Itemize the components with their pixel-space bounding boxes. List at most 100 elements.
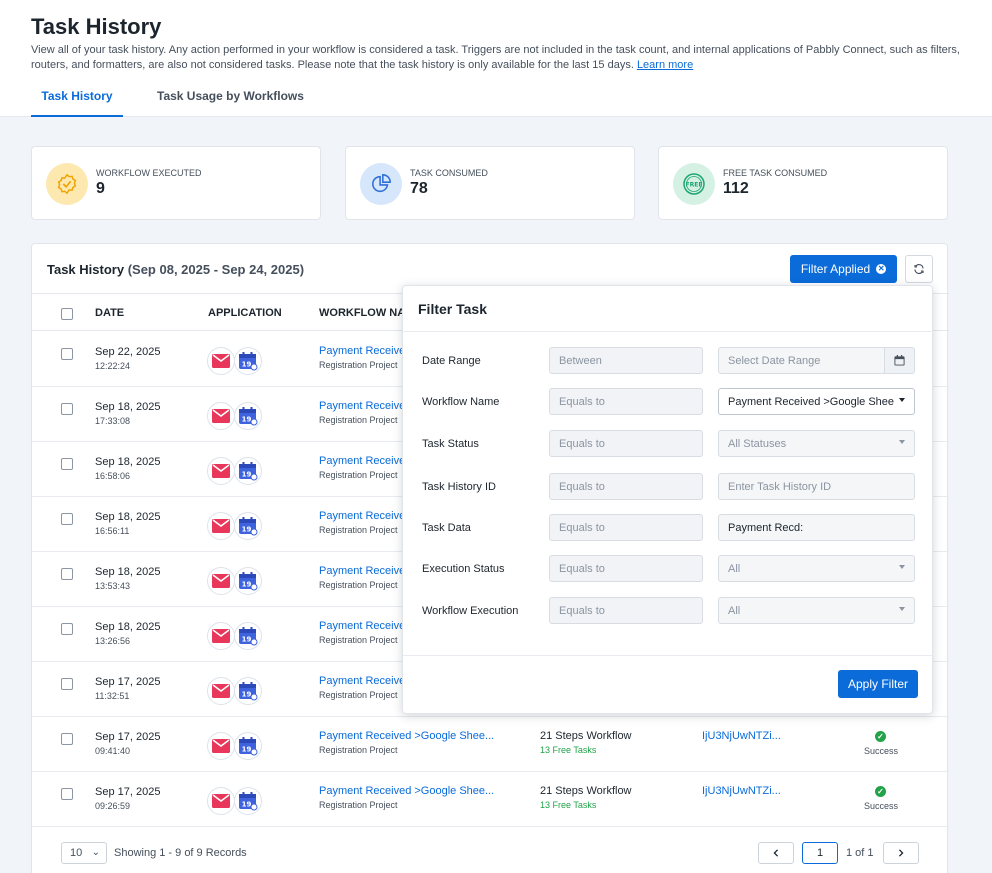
- page-title: Task History: [31, 14, 162, 39]
- row-task-id-link[interactable]: IjU3NjUwNTZi...: [702, 730, 781, 742]
- row-applications: 19: [207, 677, 267, 705]
- filter-label: Workflow Name: [422, 396, 500, 408]
- table-row[interactable]: Sep 17, 2025 09:41:40 19 Payment Receive…: [32, 717, 949, 772]
- chevron-down-icon: [899, 565, 905, 569]
- row-checkbox[interactable]: [61, 568, 73, 580]
- row-checkbox[interactable]: [61, 458, 73, 470]
- filter-operator-value: Equals to: [559, 396, 605, 408]
- column-application: APPLICATION: [208, 307, 282, 319]
- filter-operator-select[interactable]: Equals to: [549, 388, 703, 415]
- filter-value-text: Select Date Range: [728, 355, 821, 367]
- filter-operator-select[interactable]: Equals to: [549, 597, 703, 624]
- filter-value-text: Enter Task History ID: [728, 481, 832, 493]
- filter-value-field[interactable]: Payment Recd:: [718, 514, 915, 541]
- chevron-down-icon: ⌄: [91, 847, 100, 858]
- calendar-app-icon: 19: [234, 347, 262, 375]
- filter-operator-select[interactable]: Equals to: [549, 430, 703, 457]
- table-row[interactable]: Sep 17, 2025 09:26:59 19 Payment Receive…: [32, 772, 949, 827]
- row-checkbox[interactable]: [61, 623, 73, 635]
- row-workflow-link[interactable]: Payment Received: [319, 510, 411, 522]
- calendar-badge-text: 19: [242, 471, 252, 479]
- card-title: Task History (Sep 08, 2025 - Sep 24, 202…: [47, 262, 304, 277]
- row-steps: 21 Steps Workflow: [540, 785, 632, 797]
- card-title-text: Task History: [47, 262, 125, 277]
- clear-filter-icon[interactable]: ✕: [876, 264, 887, 274]
- tab-task-usage-by-workflows[interactable]: Task Usage by Workflows: [157, 89, 304, 103]
- row-task-id-link[interactable]: IjU3NjUwNTZi...: [702, 785, 781, 797]
- filter-operator-select[interactable]: Between: [549, 347, 703, 374]
- email-app-icon: [207, 622, 235, 650]
- row-applications: 19: [207, 622, 267, 650]
- email-app-icon: [207, 677, 235, 705]
- calendar-app-icon: 19: [234, 677, 262, 705]
- row-checkbox[interactable]: [61, 678, 73, 690]
- apply-filter-button[interactable]: Apply Filter: [838, 670, 918, 698]
- row-project: Registration Project: [319, 470, 398, 480]
- filter-value-field[interactable]: Enter Task History ID: [718, 473, 915, 500]
- chevron-down-icon: [899, 398, 905, 402]
- filter-value-field[interactable]: All Statuses: [718, 430, 915, 457]
- filter-value-text: All Statuses: [728, 438, 787, 450]
- email-app-icon: [207, 402, 235, 430]
- filter-operator-value: Equals to: [559, 605, 605, 617]
- row-date: Sep 22, 2025: [95, 346, 161, 358]
- calendar-badge-text: 19: [242, 526, 252, 534]
- filter-value-text: All: [728, 563, 741, 575]
- page-header: Task History View all of your task histo…: [0, 0, 992, 117]
- badge-check-icon: [46, 163, 88, 205]
- calendar-app-icon: 19: [234, 787, 262, 815]
- row-workflow-link[interactable]: Payment Received: [319, 620, 411, 632]
- calendar-badge-text: 19: [242, 361, 252, 369]
- date-range-text: (Sep 08, 2025 - Sep 24, 2025): [127, 262, 305, 277]
- row-applications: 19: [207, 402, 267, 430]
- filter-label: Task Status: [422, 438, 479, 450]
- row-time: 09:41:40: [95, 746, 131, 756]
- row-workflow-link[interactable]: Payment Received: [319, 345, 411, 357]
- row-applications: 19: [207, 457, 267, 485]
- refresh-button[interactable]: [905, 255, 933, 283]
- row-workflow-link[interactable]: Payment Received: [319, 675, 411, 687]
- row-date: Sep 17, 2025: [95, 676, 161, 688]
- svg-text:FREE: FREE: [686, 182, 703, 189]
- prev-page-button[interactable]: [758, 842, 794, 864]
- filter-operator-select[interactable]: Equals to: [549, 555, 703, 582]
- row-status: Success: [864, 746, 899, 756]
- divider: [403, 655, 934, 656]
- row-checkbox[interactable]: [61, 403, 73, 415]
- learn-more-link[interactable]: Learn more: [637, 59, 693, 71]
- filter-operator-select[interactable]: Equals to: [549, 473, 703, 500]
- stat-label: TASK CONSUMED: [410, 168, 488, 178]
- row-checkbox[interactable]: [61, 348, 73, 360]
- select-all-checkbox[interactable]: [61, 308, 73, 320]
- calendar-app-icon: 19: [234, 567, 262, 595]
- filter-operator-select[interactable]: Equals to: [549, 514, 703, 541]
- filter-value-field[interactable]: All: [718, 555, 915, 582]
- row-workflow-link[interactable]: Payment Received >Google Shee...: [319, 730, 494, 742]
- current-page[interactable]: 1: [802, 842, 838, 864]
- row-workflow-link[interactable]: Payment Received >Google Shee...: [319, 785, 494, 797]
- row-date: Sep 18, 2025: [95, 511, 161, 523]
- filter-value-field[interactable]: Select Date Range: [718, 347, 915, 374]
- calendar-icon[interactable]: [884, 348, 914, 373]
- row-checkbox[interactable]: [61, 513, 73, 525]
- row-workflow-link[interactable]: Payment Received: [319, 455, 411, 467]
- row-checkbox[interactable]: [61, 788, 73, 800]
- filter-applied-button[interactable]: Filter Applied ✕: [790, 255, 897, 283]
- filter-value-field[interactable]: All: [718, 597, 915, 624]
- chevron-down-icon: [899, 440, 905, 444]
- next-page-button[interactable]: [883, 842, 919, 864]
- row-free-tasks: 13 Free Tasks: [540, 800, 597, 810]
- row-checkbox[interactable]: [61, 733, 73, 745]
- page-size-select[interactable]: 10 ⌄: [61, 842, 107, 864]
- row-project: Registration Project: [319, 360, 398, 370]
- row-project: Registration Project: [319, 525, 398, 535]
- row-workflow-link[interactable]: Payment Received: [319, 400, 411, 412]
- row-workflow-link[interactable]: Payment Received: [319, 565, 411, 577]
- page-size-value: 10: [70, 847, 83, 859]
- row-date: Sep 17, 2025: [95, 731, 161, 743]
- filter-value-field[interactable]: Payment Received >Google Shee: [718, 388, 915, 415]
- row-time: 09:26:59: [95, 801, 131, 811]
- row-applications: 19: [207, 512, 267, 540]
- refresh-icon: [914, 264, 924, 274]
- tab-task-history[interactable]: Task History: [31, 89, 123, 117]
